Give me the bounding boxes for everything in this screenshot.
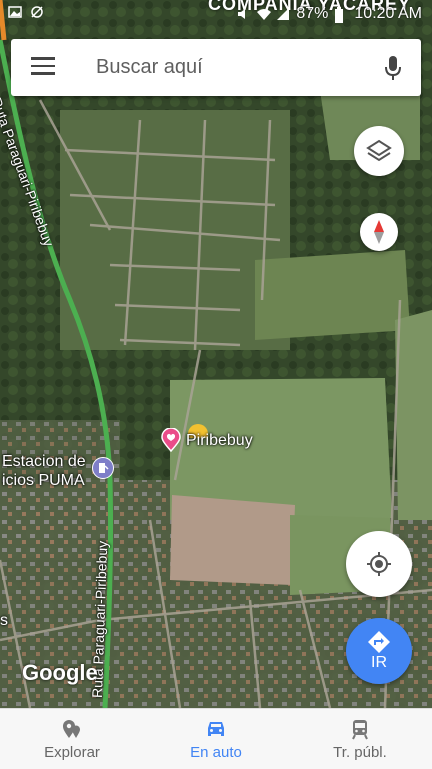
directions-label: IR — [371, 654, 387, 671]
compass-icon — [374, 220, 384, 244]
satellite-map[interactable] — [0, 0, 432, 708]
battery-percentage: 87% — [296, 5, 329, 22]
explore-pin-icon — [63, 719, 80, 738]
sync-off-icon — [30, 5, 44, 19]
layers-button[interactable] — [354, 126, 404, 176]
place-label[interactable]: Piribebuy — [186, 432, 253, 450]
nav-transit-label: Tr. públ. — [333, 743, 387, 761]
wifi-icon — [256, 7, 272, 21]
battery-icon — [334, 7, 348, 23]
edge-map-label: s — [0, 612, 8, 629]
compass-button[interactable] — [360, 213, 398, 251]
layers-icon — [366, 139, 392, 162]
train-icon — [352, 719, 368, 739]
directions-button[interactable]: IR — [346, 618, 412, 684]
search-bar[interactable]: Buscar aquí — [11, 39, 421, 96]
poi-label[interactable]: Estacion de icios PUMA — [2, 452, 86, 490]
poi-label-line1: Estacion de — [2, 453, 86, 470]
car-icon — [208, 721, 224, 736]
nav-driving[interactable]: En auto — [144, 709, 288, 769]
status-bar: COMPANIA YACAREY 87% 10:20 AM — [0, 0, 432, 30]
my-location-icon — [367, 552, 391, 576]
nav-transit[interactable]: Tr. públ. — [288, 709, 432, 769]
nav-driving-label: En auto — [190, 743, 242, 761]
directions-icon — [368, 631, 390, 653]
place-pin-icon[interactable] — [160, 427, 182, 457]
map-canvas — [0, 0, 432, 708]
clock: 10:20 AM — [354, 5, 422, 22]
poi-label-line2: icios PUMA — [2, 472, 85, 489]
my-location-button[interactable] — [346, 531, 412, 597]
nav-explore[interactable]: Explorar — [0, 709, 144, 769]
microphone-icon[interactable] — [383, 54, 403, 82]
mute-icon — [236, 7, 250, 21]
nav-explore-label: Explorar — [44, 743, 100, 761]
search-input[interactable]: Buscar aquí — [96, 56, 203, 79]
image-notification-icon — [8, 5, 22, 19]
gas-station-icon[interactable] — [92, 457, 114, 479]
signal-icon — [276, 7, 290, 21]
bottom-nav: Explorar En auto Tr. públ. — [0, 708, 432, 769]
menu-icon[interactable] — [31, 57, 55, 77]
google-attribution: Google — [22, 660, 98, 685]
